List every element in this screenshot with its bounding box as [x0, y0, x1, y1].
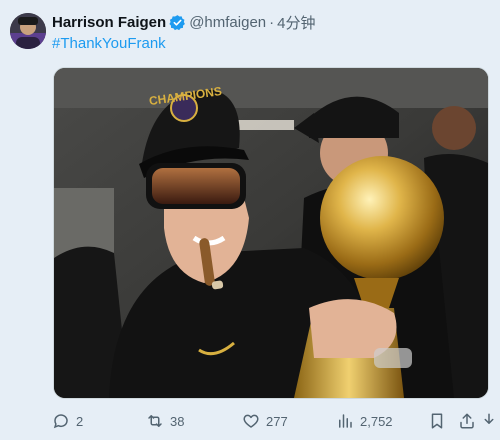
- verified-badge-icon: [169, 14, 186, 31]
- bookmark-button[interactable]: [428, 412, 446, 430]
- speech-bubble-icon: [53, 414, 68, 429]
- tweet-card[interactable]: Harrison Faigen @hmfaigen · 4分钟 #ThankYo…: [0, 0, 500, 440]
- tweet-actions: 2 38 277 2,752: [48, 412, 498, 434]
- bar-chart-icon: [339, 414, 352, 428]
- repost-count: 38: [170, 413, 185, 429]
- like-count: 277: [266, 413, 288, 429]
- repost-arrows-icon: [148, 415, 162, 427]
- tweet-header: Harrison Faigen @hmfaigen · 4分钟: [52, 12, 315, 32]
- repost-button[interactable]: 38: [146, 412, 184, 430]
- share-upload-icon: [460, 413, 474, 429]
- author-handle[interactable]: @hmfaigen: [189, 14, 266, 31]
- bookmark-icon: [431, 413, 443, 429]
- tweet-photo[interactable]: CHAMPIONS: [53, 67, 489, 399]
- views-button[interactable]: 2,752: [336, 412, 393, 430]
- like-button[interactable]: 277: [242, 412, 288, 430]
- views-count: 2,752: [360, 413, 393, 429]
- avatar[interactable]: [10, 13, 46, 49]
- share-link-button[interactable]: [480, 412, 498, 430]
- author-name[interactable]: Harrison Faigen: [52, 14, 166, 31]
- share-button[interactable]: [458, 412, 476, 430]
- share-icon: [484, 413, 494, 424]
- reply-button[interactable]: 2: [52, 412, 83, 430]
- heart-icon: [243, 414, 259, 428]
- timestamp[interactable]: 4分钟: [277, 12, 315, 33]
- separator-dot: ·: [269, 13, 275, 31]
- reply-count: 2: [76, 413, 84, 429]
- hashtag-link[interactable]: #ThankYouFrank: [52, 35, 166, 52]
